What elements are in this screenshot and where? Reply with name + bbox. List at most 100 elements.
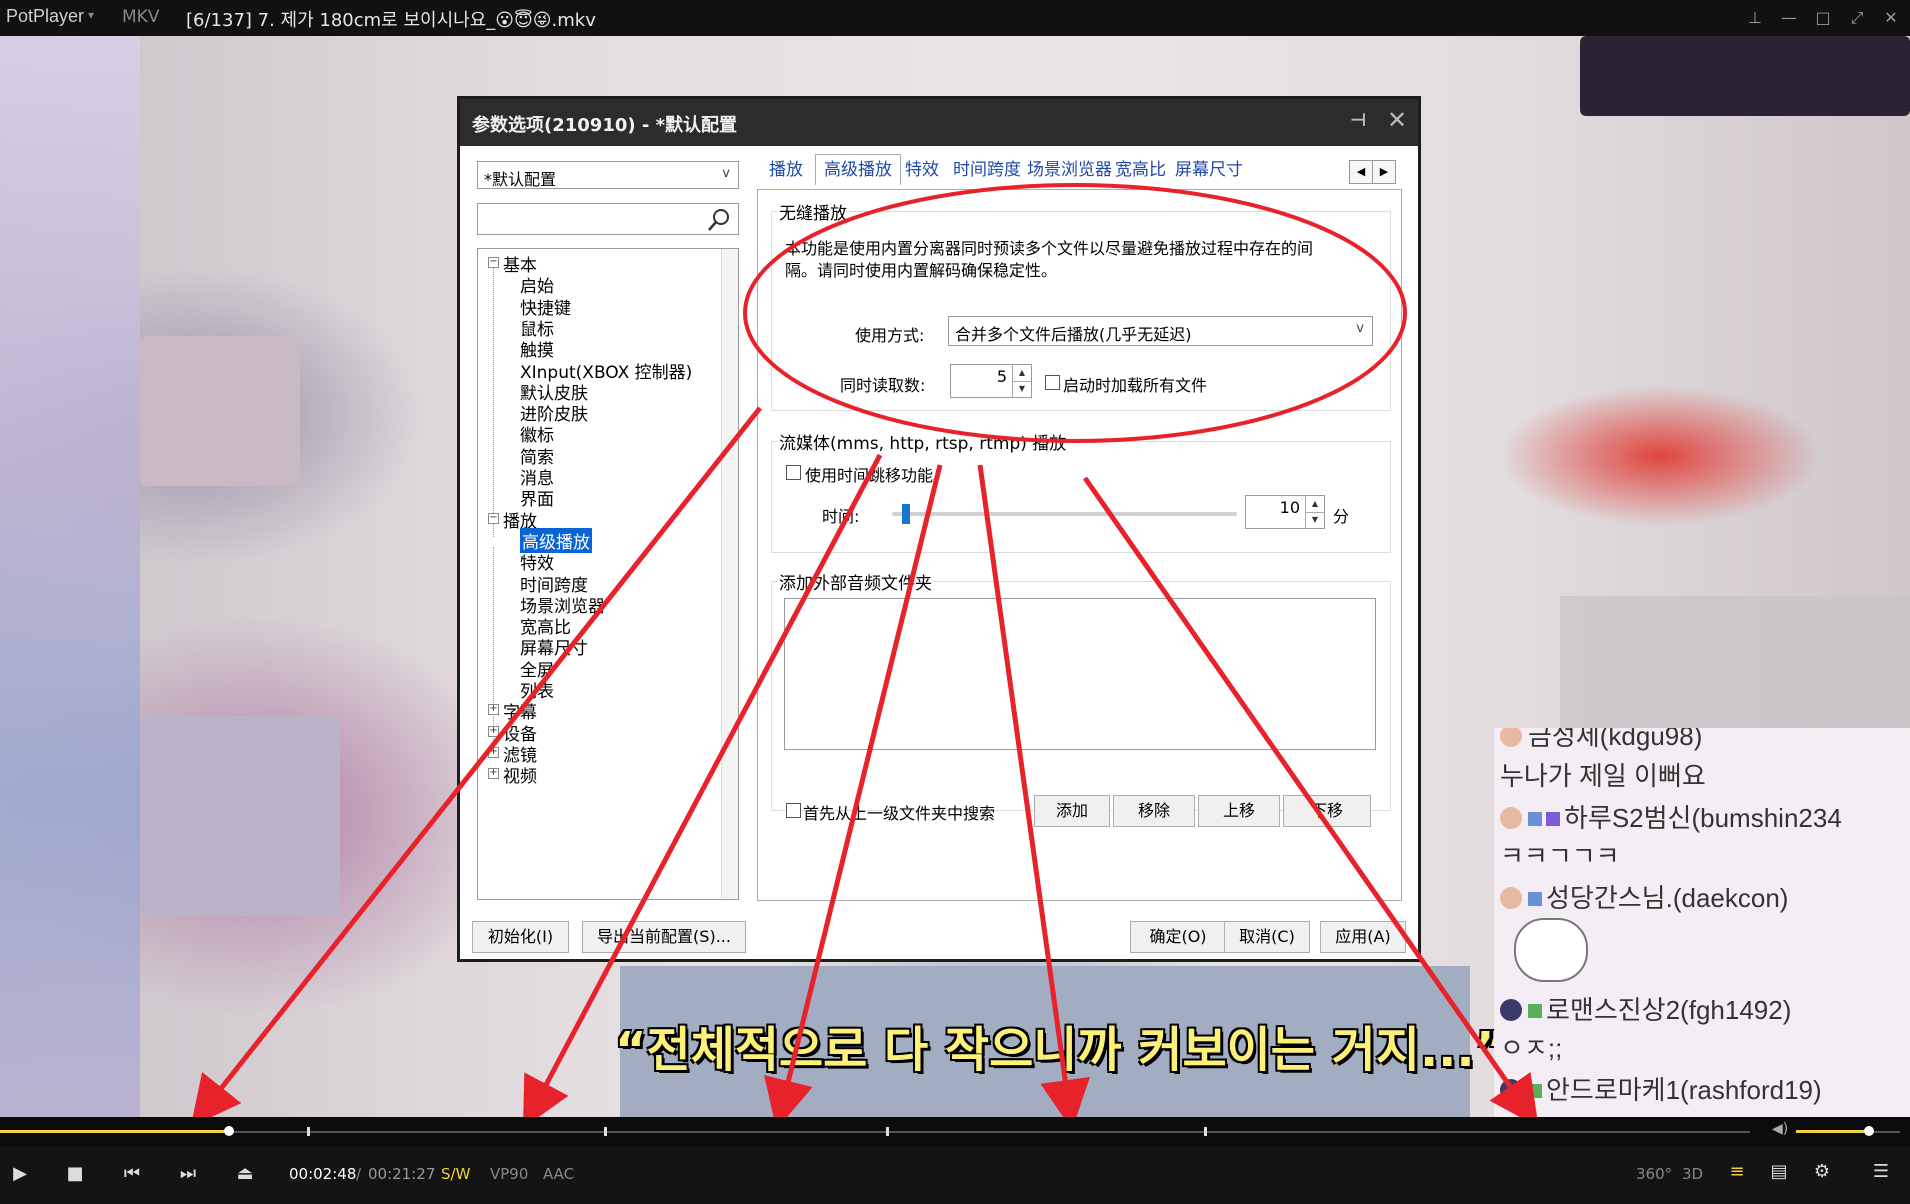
badge-icon bbox=[1528, 892, 1542, 906]
time-slider-track[interactable] bbox=[892, 512, 1237, 516]
audio-codec-badge[interactable]: AAC bbox=[543, 1165, 574, 1183]
seamless-title: 无缝播放 bbox=[777, 199, 849, 224]
chapter-marker[interactable] bbox=[1204, 1127, 1207, 1136]
reset-button[interactable]: 初始化(I) bbox=[472, 921, 569, 953]
ok-button[interactable]: 确定(O) bbox=[1130, 921, 1226, 953]
tree-search-input[interactable] bbox=[477, 203, 739, 235]
move-down-button[interactable]: 下移 bbox=[1283, 795, 1371, 827]
pin-icon[interactable]: ⊥ bbox=[1740, 4, 1770, 32]
tab-time-span[interactable]: 时间跨度 bbox=[953, 155, 1021, 185]
minimize-icon[interactable]: — bbox=[1774, 4, 1804, 32]
load-all-checkbox[interactable] bbox=[1045, 375, 1060, 390]
next-icon[interactable]: ⏭ bbox=[176, 1163, 200, 1184]
blurred-region bbox=[0, 36, 140, 1117]
seamless-description: 隔。请同时使用内置解码确保稳定性。 bbox=[785, 261, 1058, 280]
tab-effects[interactable]: 特效 bbox=[905, 155, 939, 185]
tab-aspect-ratio[interactable]: 宽高比 bbox=[1115, 155, 1166, 185]
expand-icon[interactable]: + bbox=[488, 768, 499, 780]
export-config-button[interactable]: 导出当前配置(S)... bbox=[582, 921, 746, 953]
remove-folder-button[interactable]: 移除 bbox=[1113, 795, 1195, 827]
spin-up-icon[interactable]: ▲ bbox=[1012, 365, 1031, 382]
mode-select[interactable]: 合并多个文件后播放(几乎无延迟) v bbox=[948, 316, 1373, 346]
tab-scroll-left-icon[interactable]: ◀ bbox=[1349, 160, 1373, 184]
3d-button[interactable]: 3D bbox=[1682, 1165, 1703, 1183]
tab-screen-size[interactable]: 屏幕尺寸 bbox=[1175, 155, 1243, 185]
tab-play[interactable]: 播放 bbox=[769, 155, 803, 185]
cancel-button[interactable]: 取消(C) bbox=[1224, 921, 1310, 953]
spin-down-icon[interactable]: ▼ bbox=[1012, 381, 1031, 397]
add-folder-button[interactable]: 添加 bbox=[1034, 795, 1110, 827]
dialog-titlebar[interactable]: 参数选项(210910) - *默认配置 ⊣ ✕ bbox=[460, 99, 1418, 146]
search-parent-checkbox[interactable] bbox=[786, 803, 801, 818]
file-title: [6/137] 7. 제가 180cm로 보이시나요_😮😇😜.mkv bbox=[186, 10, 596, 31]
close-icon[interactable]: ✕ bbox=[1387, 106, 1407, 134]
chapter-marker[interactable] bbox=[307, 1127, 310, 1136]
blurred-region bbox=[1560, 596, 1910, 746]
previous-icon[interactable]: ⏮ bbox=[120, 1163, 144, 1184]
stop-icon[interactable]: ■ bbox=[63, 1163, 87, 1184]
play-icon[interactable]: ▶ bbox=[8, 1163, 32, 1184]
collapse-icon[interactable]: − bbox=[488, 512, 499, 524]
move-up-button[interactable]: 上移 bbox=[1198, 795, 1280, 827]
time-separator: / bbox=[356, 1165, 362, 1183]
chat-message: 누나가 제일 이뻐요 bbox=[1500, 761, 1706, 791]
time-spinner[interactable]: 10 ▲ ▼ bbox=[1245, 495, 1325, 529]
timeshift-checkbox[interactable] bbox=[786, 465, 801, 480]
volume-thumb[interactable] bbox=[1863, 1126, 1874, 1136]
settings-tree: − 基本 启始 快捷键 鼠标 触摸 XInput(XBOX 控制器) 默认皮肤 进阶皮肤 徽标 简索… bbox=[477, 248, 739, 900]
collapse-icon[interactable]: − bbox=[488, 257, 499, 268]
fullscreen-icon[interactable]: ⤢ bbox=[1842, 4, 1872, 32]
tree-scrollbar[interactable] bbox=[721, 249, 738, 899]
video-codec-badge[interactable]: VP90 bbox=[490, 1165, 528, 1183]
chat-user: 로맨스진상2(fgh1492) bbox=[1500, 990, 1791, 1027]
tree-item[interactable]: 视频 bbox=[503, 762, 537, 787]
read-count-spinner[interactable]: 5 ▲ ▼ bbox=[950, 364, 1032, 398]
chat-overlay: 금성제(kdgu98) 누나가 제일 이뻐요 하루S2범신(bumshin234… bbox=[1494, 728, 1910, 1118]
time-slider-thumb[interactable] bbox=[902, 504, 911, 524]
seek-track[interactable] bbox=[0, 1131, 1750, 1133]
close-icon[interactable]: ✕ bbox=[1876, 4, 1906, 32]
pin-icon[interactable]: ⊣ bbox=[1350, 110, 1366, 131]
badge-icon bbox=[1528, 1084, 1542, 1098]
maximize-icon[interactable]: □ bbox=[1808, 4, 1838, 32]
app-logo[interactable]: PotPlayer bbox=[6, 6, 84, 27]
volume-icon[interactable]: ◀) bbox=[1772, 1121, 1788, 1137]
avatar bbox=[1500, 728, 1522, 747]
expand-icon[interactable]: + bbox=[488, 704, 499, 716]
chat-message: ㅋㅋㄱㄱㅋ bbox=[1500, 841, 1620, 871]
current-time[interactable]: 00:02:48 bbox=[289, 1165, 356, 1183]
seek-bar[interactable]: ◀) bbox=[0, 1117, 1910, 1147]
total-time[interactable]: 00:21:27 bbox=[368, 1165, 435, 1183]
spin-down-icon[interactable]: ▼ bbox=[1305, 512, 1324, 528]
eject-icon[interactable]: ⏏ bbox=[233, 1163, 257, 1184]
settings-gear-icon[interactable]: ⚙ bbox=[1809, 1161, 1835, 1182]
format-label: MKV bbox=[122, 7, 160, 27]
tab-advanced-play[interactable]: 高级播放 bbox=[815, 154, 901, 185]
chapter-marker[interactable] bbox=[604, 1127, 607, 1136]
time-unit: 分 bbox=[1333, 507, 1350, 526]
search-icon[interactable] bbox=[706, 207, 732, 233]
decoder-badge[interactable]: S/W bbox=[441, 1165, 470, 1183]
subtitle-search-icon[interactable]: ≡ bbox=[1723, 1161, 1751, 1182]
menu-icon[interactable]: ☰ bbox=[1868, 1161, 1894, 1182]
chevron-down-icon[interactable]: ▾ bbox=[88, 8, 94, 22]
control-bar: ▶ ■ ⏮ ⏭ ⏏ 00:02:48 / 00:21:27 S/W VP90 A… bbox=[0, 1147, 1910, 1204]
seek-thumb[interactable] bbox=[224, 1126, 235, 1136]
chapter-marker[interactable] bbox=[886, 1127, 889, 1136]
preferences-dialog: 参数选项(210910) - *默认配置 ⊣ ✕ *默认配置 v − 基本 启始 快捷… bbox=[457, 96, 1421, 962]
spin-up-icon[interactable]: ▲ bbox=[1305, 496, 1324, 513]
streaming-title: 流媒体(mms, http, rtsp, rtmp) 播放 bbox=[777, 429, 1069, 454]
apply-button[interactable]: 应用(A) bbox=[1320, 921, 1406, 953]
chevron-down-icon: v bbox=[1356, 321, 1364, 336]
tab-scroll-right-icon[interactable]: ▶ bbox=[1372, 160, 1396, 184]
playlist-icon[interactable]: ▤ bbox=[1766, 1161, 1792, 1182]
expand-icon[interactable]: + bbox=[488, 746, 499, 758]
time-label: 时间: bbox=[822, 507, 860, 526]
badge-icon bbox=[1546, 812, 1560, 826]
expand-icon[interactable]: + bbox=[488, 725, 499, 737]
profile-select[interactable]: *默认配置 v bbox=[477, 161, 739, 189]
toy-shelf bbox=[140, 336, 300, 486]
audio-folder-list[interactable] bbox=[784, 598, 1376, 750]
tab-scene-browser[interactable]: 场景浏览器 bbox=[1027, 155, 1112, 185]
vr-360-button[interactable]: 360° bbox=[1636, 1165, 1672, 1183]
